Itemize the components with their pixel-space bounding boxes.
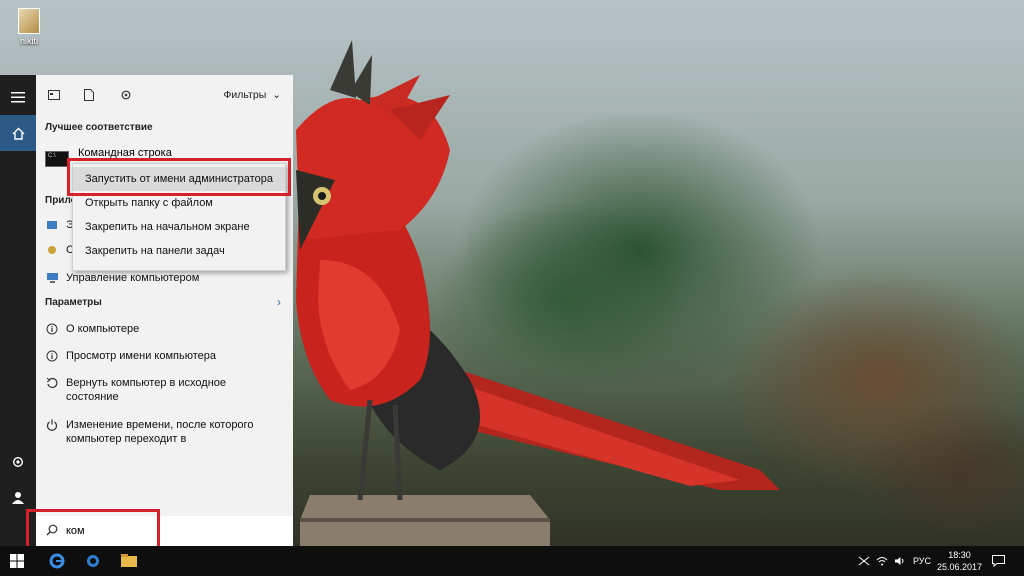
filters-dropdown[interactable]: Фильтры ⌄ — [223, 89, 281, 101]
settings-item-label: Просмотр имени компьютера — [66, 350, 216, 362]
app-icon — [45, 243, 59, 257]
filters-label: Фильтры — [223, 89, 267, 101]
search-toolbar: Фильтры ⌄ — [36, 75, 293, 115]
clock-time: 18:30 — [948, 550, 971, 560]
start-left-rail — [0, 75, 36, 546]
menu-item-pin-to-taskbar[interactable]: Закрепить на панели задач — [73, 239, 285, 263]
info-icon — [45, 349, 59, 363]
language-indicator[interactable]: РУС — [913, 546, 931, 576]
computer-management-label: Управление компьютером — [66, 272, 200, 284]
file-explorer-icon[interactable] — [118, 550, 140, 572]
desktop-shortcut-label: nikiti — [19, 36, 38, 46]
settings-item-label: Вернуть компьютер в исходное состояние — [66, 377, 227, 403]
info-icon — [45, 322, 59, 336]
wifi-icon[interactable] — [876, 546, 888, 576]
clock-date: 25.06.2017 — [936, 562, 982, 572]
settings-item-label: О компьютере — [66, 323, 140, 335]
network-icon[interactable] — [858, 546, 870, 576]
shortcut-icon — [18, 8, 40, 34]
hamburger-menu-icon[interactable] — [0, 79, 36, 115]
menu-item-pin-to-start[interactable]: Закрепить на начальном экране — [73, 215, 285, 239]
best-match-header: Лучшее соответствие — [45, 122, 153, 133]
search-results-panel: Фильтры ⌄ Лучшее соответствие C:\ Команд… — [36, 75, 293, 546]
settings-item-label: Изменение времени, после которого компью… — [66, 419, 254, 445]
documents-filter-icon[interactable] — [81, 87, 97, 103]
apps-filter-icon[interactable] — [46, 87, 62, 103]
edge-browser-icon[interactable] — [46, 550, 68, 572]
desktop-shortcut[interactable]: nikiti — [12, 8, 46, 46]
settings-gear-icon[interactable] — [0, 444, 36, 480]
settings-header: Параметры — [45, 297, 102, 308]
home-icon[interactable] — [0, 115, 36, 151]
windows-start-icon[interactable] — [6, 550, 28, 572]
power-icon — [45, 418, 59, 432]
reset-icon — [45, 376, 59, 390]
app-circle-icon[interactable] — [82, 550, 104, 572]
settings-filter-icon[interactable] — [118, 87, 134, 103]
chevron-down-icon: ⌄ — [272, 89, 281, 101]
notification-center-icon[interactable] — [992, 546, 1005, 576]
taskbar: РУС 18:30 25.06.2017 — [0, 546, 1024, 576]
app-icon — [45, 218, 59, 232]
highlight-box-run-as-admin — [67, 158, 291, 196]
command-prompt-icon: C:\ — [45, 151, 69, 167]
chevron-right-icon[interactable]: › — [277, 295, 281, 309]
computer-management-icon — [45, 271, 59, 285]
volume-icon[interactable] — [894, 546, 906, 576]
clock[interactable]: 18:30 25.06.2017 — [937, 549, 982, 573]
